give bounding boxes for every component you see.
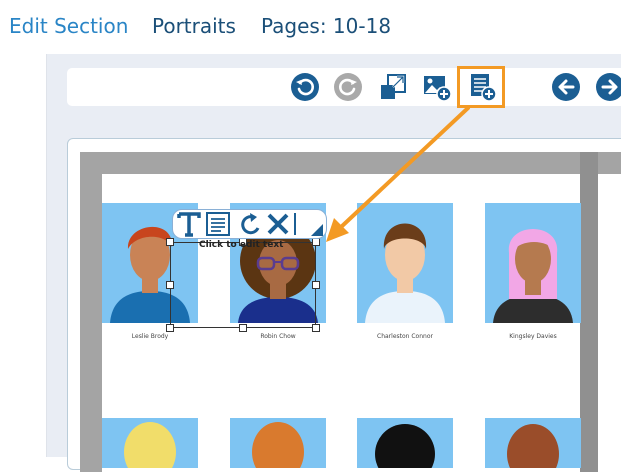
- portrait-name: Leslie Brody: [131, 333, 169, 340]
- redo-button[interactable]: [333, 72, 363, 102]
- next-page-icon: [596, 73, 621, 101]
- resize-handle[interactable]: [166, 281, 174, 289]
- left-panel: [0, 54, 47, 457]
- add-image-icon: [424, 76, 452, 102]
- delete-icon[interactable]: [267, 213, 289, 235]
- prev-page-icon: [552, 73, 580, 101]
- text-selection-box[interactable]: [170, 242, 316, 328]
- portrait-photo[interactable]: [485, 203, 581, 323]
- redo-icon: [334, 73, 362, 101]
- portrait-name: Kingsley Davies: [509, 333, 557, 340]
- text-edit-toolbar: [172, 209, 327, 239]
- person-avatar-icon: [365, 223, 445, 323]
- person-avatar-icon: [252, 422, 304, 468]
- undo-button[interactable]: [290, 72, 320, 102]
- page-range: Pages: 10-18: [261, 14, 392, 38]
- page-gutter: [580, 152, 598, 472]
- resize-handle[interactable]: [312, 324, 320, 332]
- click-to-edit-hint: Click to edit text: [199, 240, 284, 250]
- portrait-photo[interactable]: [357, 203, 453, 323]
- section-name: Portraits: [152, 14, 236, 38]
- text-tool-icon[interactable]: [177, 210, 201, 238]
- resize-corner-icon[interactable]: [311, 224, 323, 236]
- portrait-photo[interactable]: [102, 418, 198, 468]
- portrait-photo[interactable]: [230, 418, 326, 468]
- portrait-name: Robin Chow: [260, 333, 296, 340]
- person-avatar-icon: [375, 424, 435, 468]
- person-avatar-icon: [493, 229, 573, 323]
- add-image-button[interactable]: [422, 72, 452, 102]
- rotate-icon[interactable]: [241, 213, 260, 235]
- add-text-highlight: [457, 66, 505, 108]
- resize-icon: [381, 74, 406, 99]
- align-icon[interactable]: [206, 212, 230, 236]
- person-avatar-icon: [507, 424, 559, 468]
- resize-handle[interactable]: [239, 324, 247, 332]
- prev-page-button[interactable]: [551, 72, 581, 102]
- resize-handle[interactable]: [312, 238, 320, 246]
- next-page-button[interactable]: [595, 72, 621, 102]
- resize-handle[interactable]: [166, 238, 174, 246]
- page-right[interactable]: [598, 174, 621, 474]
- resize-button[interactable]: [378, 72, 408, 102]
- undo-icon: [291, 73, 319, 101]
- edit-section-link[interactable]: Edit Section: [9, 14, 128, 38]
- person-avatar-icon: [124, 422, 176, 468]
- portrait-photo[interactable]: [485, 418, 581, 468]
- resize-handle[interactable]: [312, 281, 320, 289]
- resize-handle[interactable]: [166, 324, 174, 332]
- top-bar: Edit Section Portraits Pages: 10-18: [0, 0, 621, 54]
- portrait-photo[interactable]: [357, 418, 453, 468]
- portrait-name: Charleston Connor: [377, 333, 433, 340]
